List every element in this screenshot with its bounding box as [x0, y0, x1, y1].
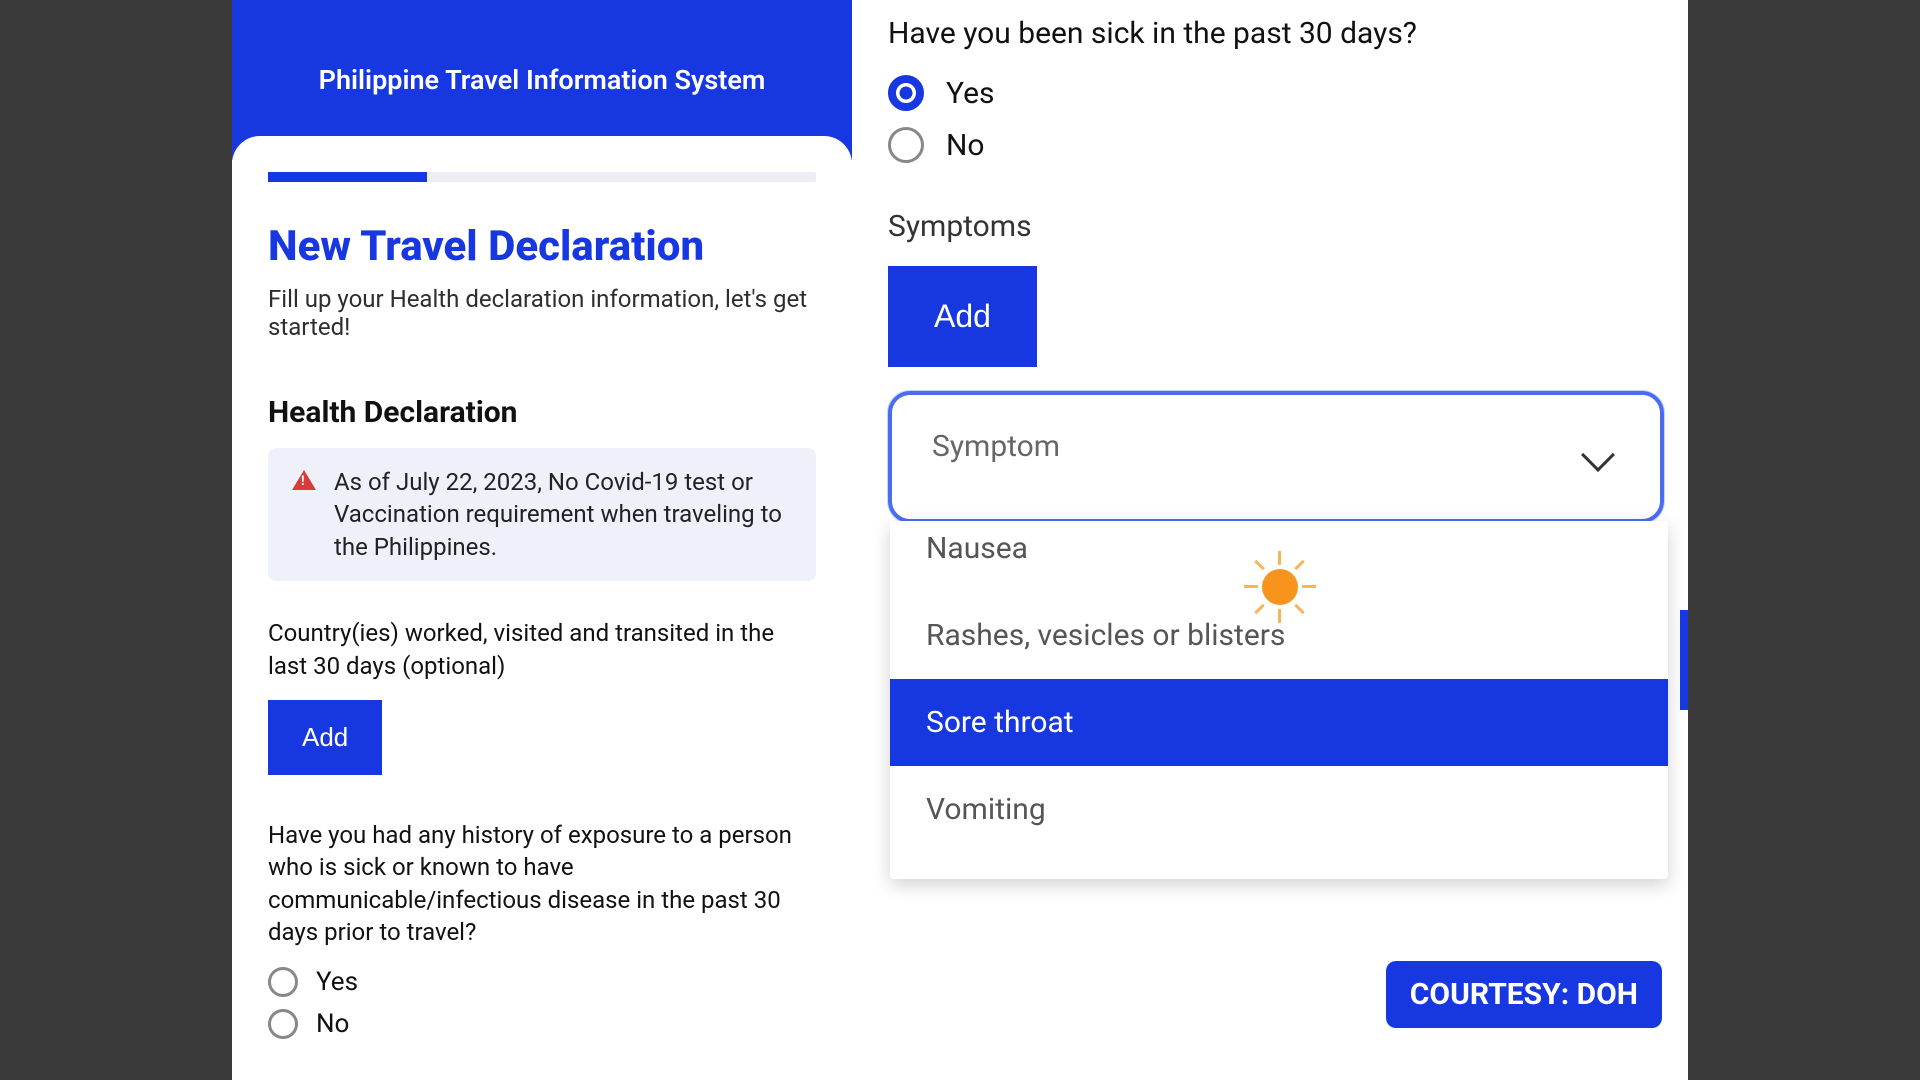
radio-icon [888, 75, 924, 111]
app-stage: Philippine Travel Information System New… [232, 0, 1688, 1080]
countries-label: Country(ies) worked, visited and transit… [268, 617, 816, 682]
exposure-question: Have you had any history of exposure to … [268, 819, 816, 949]
health-heading: Health Declaration [268, 395, 816, 430]
symptoms-heading: Symptoms [888, 209, 1664, 244]
radio-label: No [946, 128, 985, 163]
sick-radio-no[interactable]: No [888, 127, 1664, 163]
declaration-card: New Travel Declaration Fill up your Heal… [232, 136, 852, 1039]
dropdown-option-vomiting[interactable]: Vomiting [890, 766, 1668, 853]
page-title: New Travel Declaration [268, 222, 816, 271]
notice-text: As of July 22, 2023, No Covid-19 test or… [334, 466, 792, 563]
progress-bar [268, 172, 816, 182]
symptom-dropdown-list: Nausea Rashes, vesicles or blisters Sore… [890, 521, 1668, 879]
exposure-radio-yes[interactable]: Yes [268, 967, 816, 997]
app-title: Philippine Travel Information System [319, 64, 766, 96]
radio-label: Yes [946, 76, 994, 111]
add-symptom-button[interactable]: Add [888, 266, 1037, 367]
dropdown-label: Symptom [932, 429, 1060, 464]
exposure-radio-no[interactable]: No [268, 1009, 816, 1039]
radio-label: No [316, 1009, 349, 1039]
symptom-dropdown-wrap: Symptom Nausea Rashes, vesicles or blist… [888, 391, 1664, 523]
dropdown-option-nausea[interactable]: Nausea [890, 521, 1668, 592]
courtesy-badge: COURTESY: DOH [1386, 961, 1662, 1028]
alert-icon [292, 470, 316, 490]
progress-fill [268, 172, 427, 182]
radio-label: Yes [316, 967, 358, 997]
radio-icon [888, 127, 924, 163]
sick-radio-yes[interactable]: Yes [888, 75, 1664, 111]
left-panel: Philippine Travel Information System New… [232, 0, 852, 1080]
dropdown-option-rashes[interactable]: Rashes, vesicles or blisters [890, 592, 1668, 679]
radio-icon [268, 967, 298, 997]
dropdown-option-sore-throat[interactable]: Sore throat [890, 679, 1668, 766]
sick-question: Have you been sick in the past 30 days? [888, 16, 1664, 51]
symptom-dropdown[interactable]: Symptom [888, 391, 1664, 523]
chevron-down-icon [1581, 438, 1615, 472]
dropdown-option-partial[interactable]: W [890, 853, 1668, 879]
right-panel: Have you been sick in the past 30 days? … [872, 0, 1688, 1080]
covid-notice: As of July 22, 2023, No Covid-19 test or… [268, 448, 816, 581]
add-country-button[interactable]: Add [268, 700, 382, 775]
scrollbar-thumb[interactable] [1680, 610, 1688, 710]
page-subtitle: Fill up your Health declaration informat… [268, 285, 816, 341]
radio-icon [268, 1009, 298, 1039]
